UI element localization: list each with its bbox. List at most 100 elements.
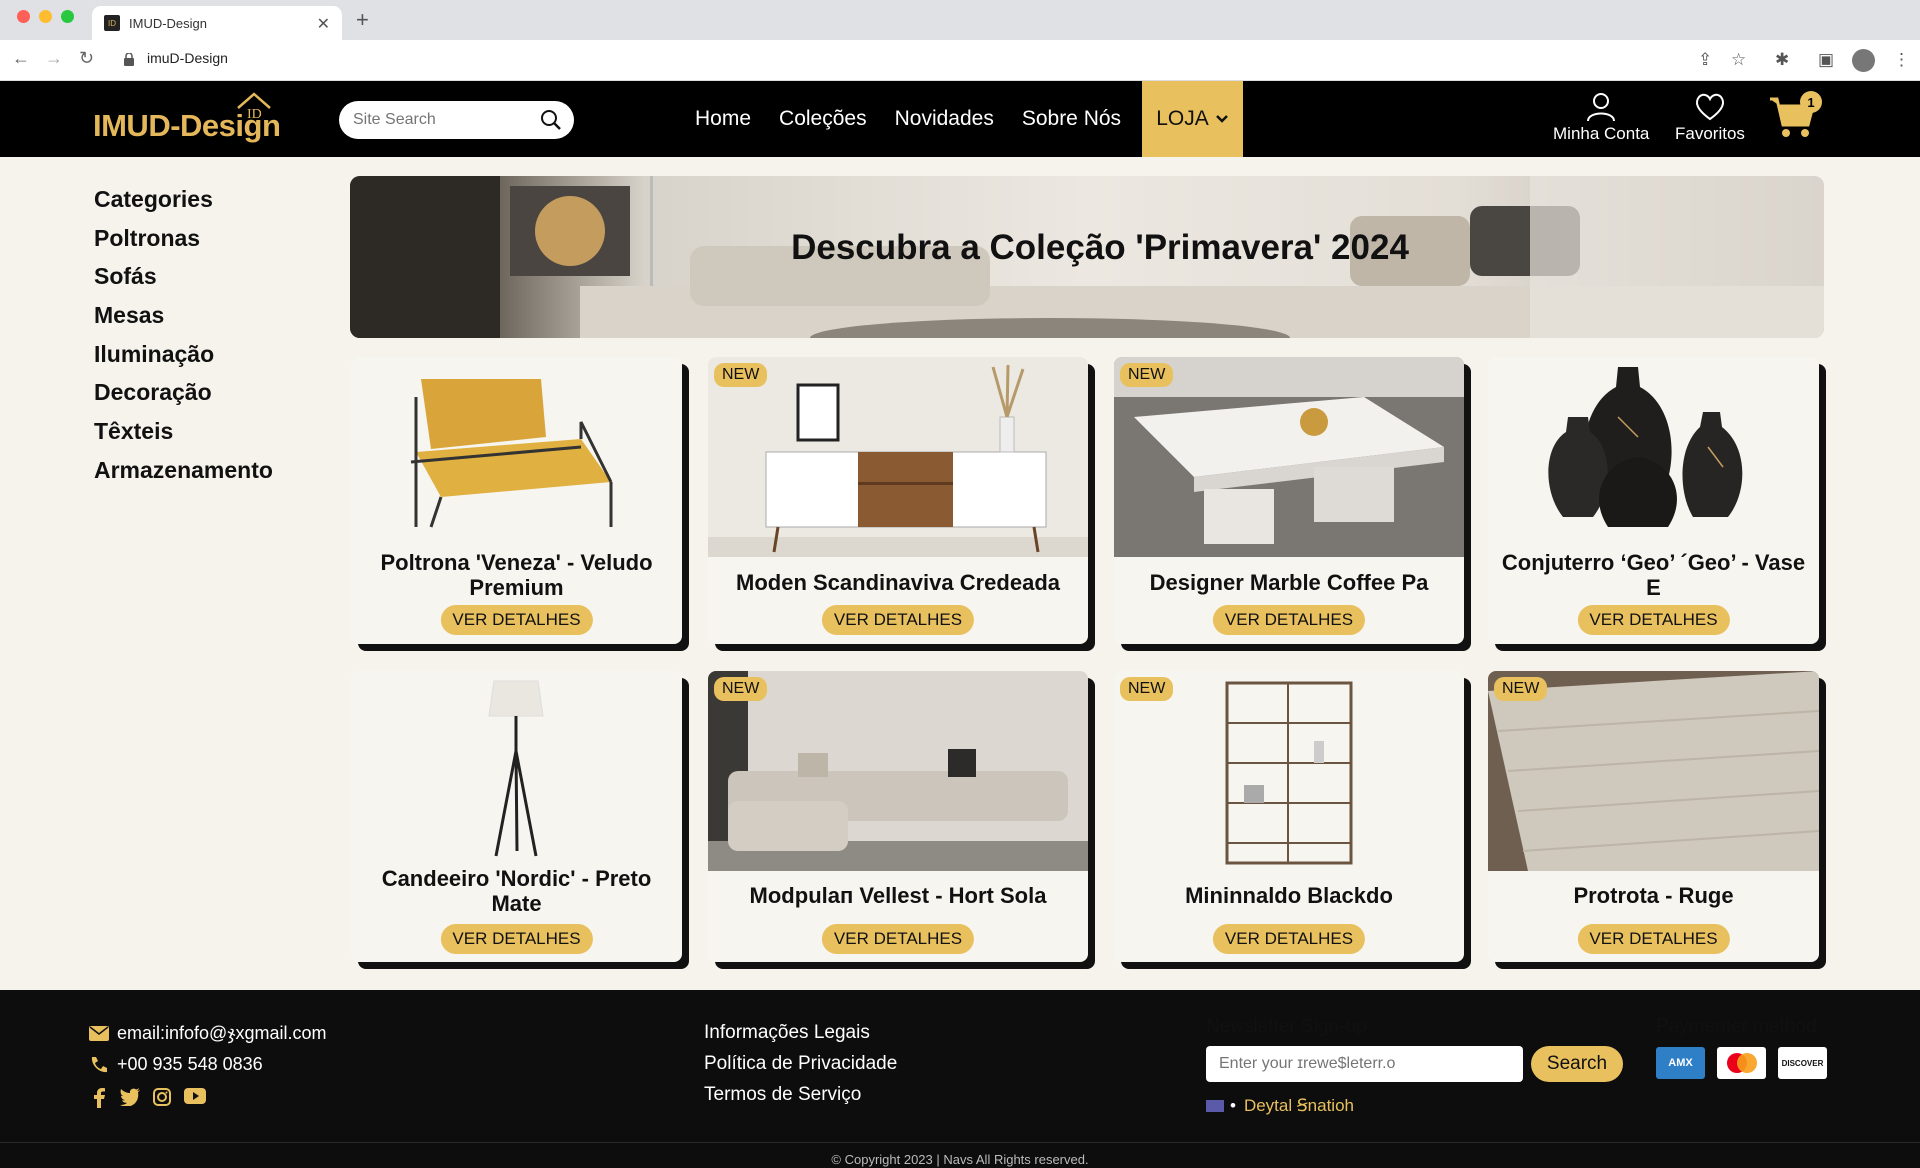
footer-link-terms[interactable]: Termos de Serviço — [704, 1084, 897, 1115]
extensions-icon[interactable]: ✱ — [1775, 50, 1789, 70]
sidebar-item-mesas[interactable]: Mesas — [94, 299, 273, 338]
product-title[interactable]: Candeeiro 'Nordic' - Preto Mate — [357, 866, 676, 916]
nav-loja-dropdown[interactable]: LOJA — [1142, 81, 1243, 157]
product-image — [1488, 357, 1819, 542]
details-button[interactable]: VER DETALHES — [1577, 924, 1730, 954]
product-card[interactable]: NEW Moden Scandinaviva Credeada VER DETA… — [708, 357, 1088, 644]
site-search[interactable] — [339, 101, 574, 139]
address-bar[interactable]: imuD-Design — [147, 50, 228, 66]
product-card[interactable]: Conjuterro ‘Geo’ ´Geo’ - Vase E VER DETA… — [1488, 357, 1819, 644]
new-badge: NEW — [714, 363, 768, 387]
newsletter-title: Newsletter Sign-up — [1206, 1016, 1367, 1037]
sidebar-heading: Categories — [94, 186, 213, 212]
browser-tab-strip: ID IMUD-Design ✕ + — [0, 0, 1920, 40]
category-sidebar: Categories Poltronas Sofás Mesas Ilumina… — [94, 183, 273, 493]
sidebar-item-iluminacao[interactable]: Iluminação — [94, 338, 273, 377]
reload-icon[interactable]: ↻ — [79, 48, 94, 69]
sidebar-item-armazenamento[interactable]: Armazenamento — [94, 454, 273, 493]
close-window-button[interactable] — [17, 10, 30, 23]
back-icon[interactable]: ← — [12, 48, 30, 69]
search-icon[interactable] — [540, 109, 562, 131]
amex-card-icon: AMX — [1656, 1047, 1705, 1079]
product-card[interactable]: NEW Protrota - Ruge VER DETALHES — [1488, 671, 1819, 962]
product-image — [708, 357, 1088, 557]
details-button[interactable]: VER DETALHES — [440, 605, 593, 635]
hero-banner[interactable]: Descubra a Coleção 'Primavera' 2024 — [350, 176, 1824, 338]
rug-image — [1488, 671, 1819, 871]
details-button[interactable]: VER DETALHES — [1212, 924, 1366, 954]
details-button[interactable]: VER DETALHES — [821, 605, 975, 635]
footer-links: Informações Legais Política de Privacida… — [704, 1022, 897, 1115]
shelf-image — [1225, 681, 1353, 865]
bookmark-star-icon[interactable]: ☆ — [1731, 50, 1746, 70]
nav-home[interactable]: Home — [695, 107, 751, 131]
favorites-link[interactable]: Favoritos — [1675, 92, 1745, 144]
product-card[interactable]: Poltrona 'Veneza' - Veludo Premium VER D… — [351, 357, 682, 644]
newsletter-email-input[interactable] — [1206, 1046, 1523, 1082]
product-title[interactable]: Designer Marble Coffee Pa — [1120, 570, 1458, 595]
details-button[interactable]: VER DETALHES — [1212, 605, 1366, 635]
chevron-down-icon — [1215, 115, 1228, 123]
menu-icon[interactable]: ⋮ — [1893, 50, 1910, 70]
footer-link-privacy[interactable]: Política de Privacidade — [704, 1053, 897, 1084]
logo-monogram: ID — [247, 107, 262, 120]
product-title[interactable]: Conjuterro ‘Geo’ ´Geo’ - Vase E — [1494, 550, 1813, 600]
new-badge: NEW — [714, 677, 768, 701]
twitter-icon[interactable] — [120, 1088, 140, 1106]
favorites-label: Favoritos — [1675, 124, 1745, 143]
sideboard-image — [708, 357, 1088, 557]
profile-avatar[interactable] — [1852, 49, 1875, 72]
details-button[interactable]: VER DETALHES — [1577, 605, 1730, 635]
nav-sobre-nos[interactable]: Sobre Nós — [1022, 107, 1121, 131]
product-title[interactable]: Poltrona 'Veneza' - Veludo Premium — [357, 550, 676, 600]
search-input[interactable] — [353, 111, 533, 129]
sidebar-item-sofas[interactable]: Sofás — [94, 260, 273, 299]
tab-title: IMUD-Design — [129, 15, 208, 31]
product-title[interactable]: Protrota - Ruge — [1494, 883, 1813, 908]
mastercard-icon — [1717, 1047, 1766, 1079]
minimize-window-button[interactable] — [39, 10, 52, 23]
close-tab-icon[interactable]: ✕ — [317, 14, 330, 34]
footer-email-text: email:infofo@ჯxgmail.com — [117, 1023, 327, 1043]
product-image — [708, 671, 1088, 871]
sidebar-item-decoracao[interactable]: Decoração — [94, 376, 273, 415]
details-button[interactable]: VER DETALHES — [440, 924, 593, 954]
payment-title: Paymenter method — [1656, 1016, 1817, 1037]
new-badge: NEW — [1120, 363, 1174, 387]
cart-count-badge: 1 — [1800, 91, 1822, 113]
instagram-icon[interactable] — [153, 1088, 171, 1106]
sidepanel-icon[interactable]: ▣ — [1818, 50, 1834, 70]
browser-tab[interactable]: ID IMUD-Design ✕ — [92, 6, 342, 40]
product-title[interactable]: Moden Scandinaviva Credeada — [714, 570, 1082, 595]
armchair-image — [410, 379, 613, 528]
details-button[interactable]: VER DETALHES — [821, 924, 975, 954]
product-card[interactable]: NEW Mininnaldo Blackdo VER DETALHES — [1114, 671, 1464, 962]
nav-colecoes[interactable]: Coleções — [779, 107, 867, 131]
product-title[interactable]: Mininnaldo Blackdo — [1120, 883, 1458, 908]
product-card[interactable]: NEW Modpulaп Vellest - Нort Ѕola VER DET… — [708, 671, 1088, 962]
product-card[interactable]: NEW Designer Marble Coffee Pa VER DETALH… — [1114, 357, 1464, 644]
sectional-sofa-image — [708, 671, 1088, 871]
product-title[interactable]: Modpulaп Vellest - Нort Ѕola — [714, 883, 1082, 908]
footer-phone[interactable]: +00 935 548 0836 — [89, 1054, 263, 1075]
social-links — [91, 1088, 206, 1108]
hero-title: Descubra a Coleção 'Primavera' 2024 — [791, 228, 1409, 267]
product-card[interactable]: Candeeiro 'Nordic' - Preto Mate VER DETA… — [351, 671, 682, 962]
share-icon[interactable]: ⇪ — [1698, 50, 1712, 70]
forward-icon[interactable]: → — [45, 48, 63, 69]
nav-novidades[interactable]: Novidades — [895, 107, 994, 131]
zoom-window-button[interactable] — [61, 10, 74, 23]
newsletter-submit-button[interactable]: Search — [1531, 1046, 1623, 1082]
new-tab-icon[interactable]: + — [356, 7, 369, 33]
youtube-icon[interactable] — [184, 1088, 206, 1104]
footer-link-legal[interactable]: Informações Legais — [704, 1022, 897, 1053]
newsletter-language[interactable]: • Deytal Ꞩnatioh — [1206, 1096, 1354, 1116]
favicon-icon: ID — [104, 15, 120, 31]
footer-email[interactable]: email:infofo@ჯxgmail.com — [89, 1023, 327, 1044]
facebook-icon[interactable] — [91, 1088, 107, 1108]
sidebar-item-texteis[interactable]: Têxteis — [94, 415, 273, 454]
product-image — [1114, 357, 1464, 557]
sidebar-item-poltronas[interactable]: Poltronas — [94, 222, 273, 261]
account-link[interactable]: Minha Conta — [1553, 92, 1649, 144]
new-badge: NEW — [1120, 677, 1174, 701]
